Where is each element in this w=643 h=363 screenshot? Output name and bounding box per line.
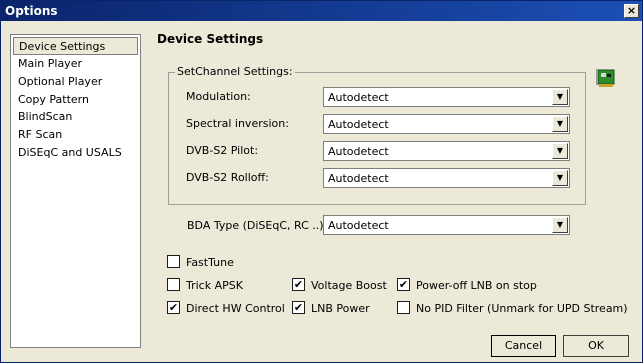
- sidebar-item-rf-scan[interactable]: RF Scan: [13, 126, 138, 144]
- spectral-inversion-label: Spectral inversion:: [186, 117, 289, 130]
- title-bar[interactable]: Options ×: [1, 1, 642, 21]
- sidebar-list[interactable]: Device Settings Main Player Optional Pla…: [10, 34, 141, 348]
- spectral-inversion-select[interactable]: Autodetect ▼: [323, 114, 570, 134]
- checkmark-icon: ✔: [293, 301, 304, 314]
- trick-apsk-checkbox[interactable]: [167, 278, 180, 291]
- checkmark-icon: ✔: [168, 301, 179, 314]
- trick-apsk-label: Trick APSK: [186, 279, 243, 292]
- cancel-button[interactable]: Cancel: [491, 335, 556, 357]
- direct-hw-control-label: Direct HW Control: [186, 302, 285, 315]
- sidebar-item-copy-pattern[interactable]: Copy Pattern: [13, 91, 138, 109]
- window-title: Options: [5, 4, 58, 18]
- bda-type-select[interactable]: Autodetect ▼: [323, 215, 570, 235]
- lnb-power-label: LNB Power: [311, 302, 370, 315]
- dvbs2-pilot-value: Autodetect: [328, 145, 389, 158]
- close-button[interactable]: ×: [624, 4, 639, 18]
- checkmark-icon: ✔: [398, 278, 409, 291]
- chevron-down-icon[interactable]: ▼: [552, 170, 568, 186]
- dvbs2-pilot-label: DVB-S2 Pilot:: [186, 144, 259, 157]
- bda-type-label: BDA Type (DiSEqC, RC ..):: [187, 219, 328, 232]
- options-window: Options × Device Settings Main Player Op…: [0, 0, 643, 363]
- chevron-down-icon[interactable]: ▼: [552, 116, 568, 132]
- chevron-down-icon[interactable]: ▼: [552, 143, 568, 159]
- spectral-inversion-value: Autodetect: [328, 118, 389, 131]
- direct-hw-control-checkbox[interactable]: ✔: [167, 301, 180, 314]
- setchannel-group-label: SetChannel Settings:: [175, 65, 295, 78]
- page-title: Device Settings: [157, 32, 264, 46]
- dvbs2-pilot-select[interactable]: Autodetect ▼: [323, 141, 570, 161]
- pci-card-icon: [596, 69, 615, 87]
- close-icon: ×: [626, 4, 637, 17]
- bda-type-value: Autodetect: [328, 219, 389, 232]
- checkmark-icon: ✔: [293, 278, 304, 291]
- lnb-power-checkbox[interactable]: ✔: [292, 301, 305, 314]
- dvbs2-rolloff-select[interactable]: Autodetect ▼: [323, 168, 570, 188]
- dvbs2-rolloff-label: DVB-S2 Rolloff:: [186, 171, 269, 184]
- fasttune-label: FastTune: [186, 256, 234, 269]
- no-pid-filter-label: No PID Filter (Unmark for UPD Stream): [416, 302, 628, 315]
- modulation-label: Modulation:: [186, 90, 251, 103]
- dvbs2-rolloff-value: Autodetect: [328, 172, 389, 185]
- sidebar-item-optional-player[interactable]: Optional Player: [13, 73, 138, 91]
- poweroff-lnb-label: Power-off LNB on stop: [416, 279, 537, 292]
- ok-button[interactable]: OK: [563, 335, 629, 357]
- sidebar-item-blindscan[interactable]: BlindScan: [13, 108, 138, 126]
- voltage-boost-checkbox[interactable]: ✔: [292, 278, 305, 291]
- modulation-value: Autodetect: [328, 91, 389, 104]
- sidebar-item-main-player[interactable]: Main Player: [13, 55, 138, 73]
- sidebar-item-diseqc-usals[interactable]: DiSEqC and USALS: [13, 144, 138, 162]
- poweroff-lnb-checkbox[interactable]: ✔: [397, 278, 410, 291]
- modulation-select[interactable]: Autodetect ▼: [323, 87, 570, 107]
- chevron-down-icon[interactable]: ▼: [552, 217, 568, 233]
- fasttune-checkbox[interactable]: [167, 255, 180, 268]
- chevron-down-icon[interactable]: ▼: [552, 89, 568, 105]
- no-pid-filter-checkbox[interactable]: [397, 301, 410, 314]
- sidebar-item-device-settings[interactable]: Device Settings: [13, 37, 138, 55]
- voltage-boost-label: Voltage Boost: [311, 279, 387, 292]
